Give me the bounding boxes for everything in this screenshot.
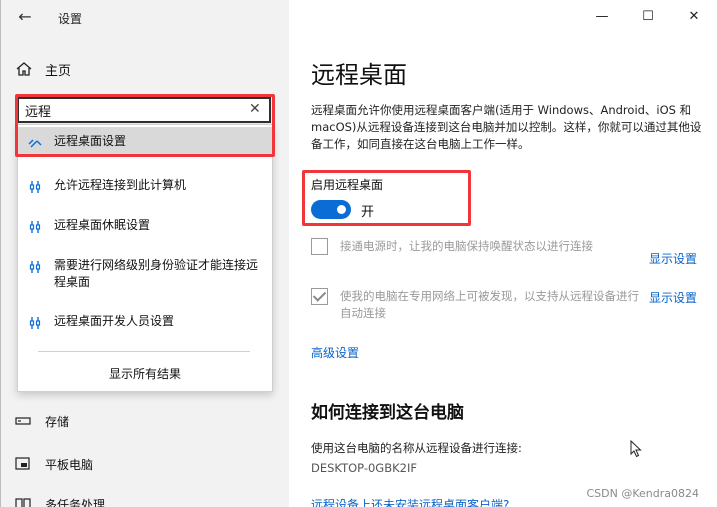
sidebar-item-home[interactable]: 主页	[15, 58, 71, 80]
back-button[interactable]: ←	[13, 6, 37, 28]
search-result-nla[interactable]: 需要进行网络级别身份验证才能连接远程桌面	[18, 257, 272, 297]
dropdown-divider	[38, 351, 250, 352]
discoverable-label: 使我的电脑在专用网络上可被发现，以支持从远程设备进行自动连接	[340, 289, 639, 320]
sidebar-item-multitask[interactable]: 多任务处理	[15, 493, 105, 507]
search-result-sleep-settings[interactable]: 远程桌面休眠设置	[18, 217, 272, 239]
sidebar-item-label: 多任务处理	[45, 497, 106, 507]
search-result-label: 允许远程连接到此计算机	[54, 178, 187, 192]
minimize-button[interactable]: —	[579, 0, 625, 34]
keep-awake-label: 接通电源时，让我的电脑保持唤醒状态以进行连接	[340, 239, 593, 253]
search-highlight-box	[15, 94, 275, 157]
mouse-cursor-icon	[630, 440, 642, 458]
sidebar-item-storage[interactable]: 存储	[15, 410, 69, 432]
show-all-results-link[interactable]: 显示所有结果	[18, 365, 272, 382]
show-settings-link-power[interactable]: 显示设置	[649, 250, 697, 267]
settings-tool-icon	[29, 317, 41, 329]
search-result-label: 远程桌面开发人员设置	[54, 314, 175, 328]
watermark: CSDN @Kendra0824	[586, 487, 699, 500]
search-results-dropdown: 远程桌面设置 允许远程连接到此计算机 远程桌面休眠设置 需要进行网络级别身份验证…	[17, 124, 273, 392]
settings-tool-icon	[29, 261, 41, 273]
page-title: 远程桌面	[311, 61, 407, 89]
settings-tool-icon	[29, 181, 41, 193]
keep-awake-checkbox[interactable]	[311, 238, 328, 255]
sidebar-item-label: 平板电脑	[45, 457, 94, 472]
discoverable-checkbox[interactable]	[311, 288, 328, 305]
pc-name: DESKTOP-0GBK2IF	[311, 461, 417, 475]
search-result-label: 需要进行网络级别身份验证才能连接远程桌面	[54, 258, 259, 289]
advanced-settings-link[interactable]: 高级设置	[311, 344, 359, 361]
home-icon	[16, 62, 32, 76]
client-not-installed-link[interactable]: 远程设备上还未安装远程桌面客户端?	[311, 496, 509, 507]
discoverable-option: 使我的电脑在专用网络上可被发现，以支持从远程设备进行自动连接	[311, 288, 640, 322]
window-controls: — ☐ ✕	[579, 0, 717, 34]
connect-instruction: 使用这台电脑的名称从远程设备进行连接:	[311, 441, 522, 455]
page-description: 远程桌面允许你使用远程桌面客户端(适用于 Windows、Android、iOS…	[311, 103, 702, 151]
settings-sidebar: ← 设置 主页 ✕ 远程桌面设置 允许远程连接到此计算机	[0, 0, 289, 507]
tablet-icon	[15, 457, 30, 470]
keep-awake-option: 接通电源时，让我的电脑保持唤醒状态以进行连接	[311, 238, 640, 255]
remote-desktop-page: — ☐ ✕ 远程桌面 远程桌面允许你使用远程桌面客户端(适用于 Windows、…	[289, 0, 717, 507]
close-button[interactable]: ✕	[671, 0, 717, 34]
how-to-connect-title: 如何连接到这台电脑	[311, 403, 464, 423]
maximize-button[interactable]: ☐	[625, 0, 671, 34]
toggle-highlight-box	[302, 170, 471, 226]
search-result-allow-remote[interactable]: 允许远程连接到此计算机	[18, 177, 272, 199]
storage-icon	[15, 417, 31, 425]
app-title: 设置	[58, 12, 83, 26]
search-result-developer-settings[interactable]: 远程桌面开发人员设置	[18, 313, 272, 335]
show-settings-link-network[interactable]: 显示设置	[649, 289, 697, 306]
sidebar-item-label: 存储	[45, 414, 70, 429]
settings-tool-icon	[29, 221, 41, 233]
search-result-label: 远程桌面休眠设置	[54, 218, 151, 232]
multitask-icon	[15, 498, 31, 507]
sidebar-item-home-label: 主页	[45, 63, 72, 79]
titlebar-left: ← 设置	[1, 0, 290, 34]
sidebar-item-tablet[interactable]: 平板电脑	[15, 453, 93, 475]
